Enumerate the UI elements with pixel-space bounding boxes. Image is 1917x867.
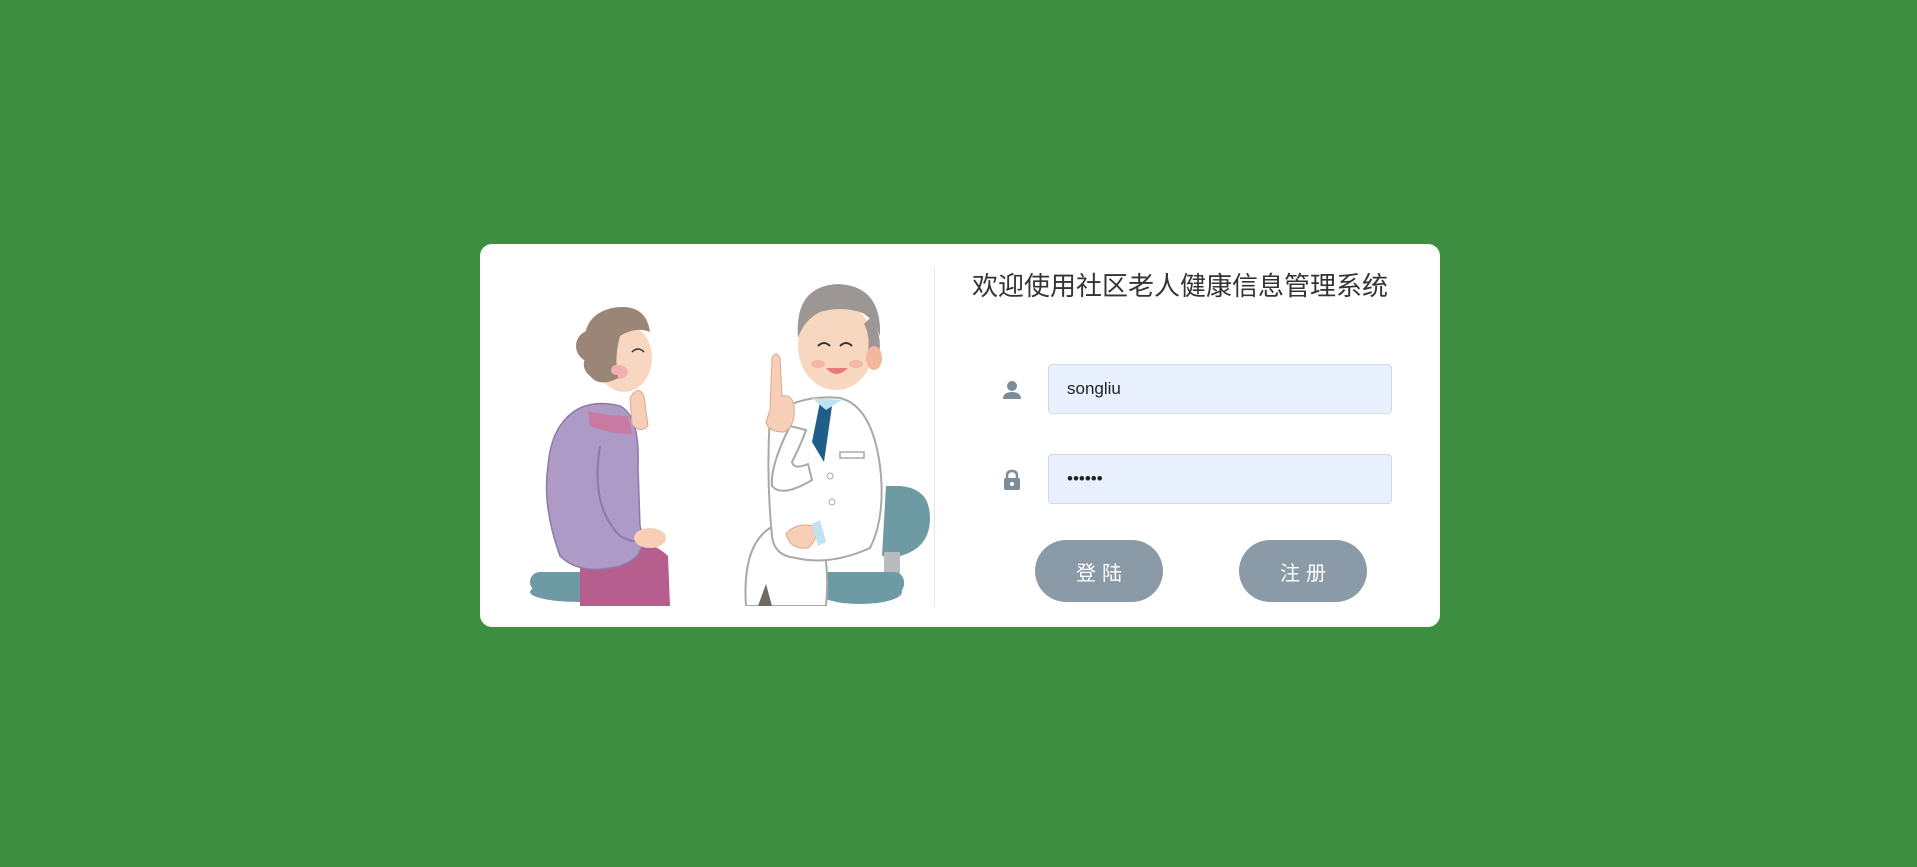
- doctor-cheek-left: [811, 360, 825, 368]
- register-button[interactable]: 注册: [1239, 540, 1367, 602]
- login-button[interactable]: 登陆: [1035, 540, 1163, 602]
- woman-bun: [576, 330, 608, 362]
- doctor-button-1: [826, 472, 834, 480]
- woman-knee-hand: [634, 528, 666, 548]
- doctor-patient-illustration: [530, 284, 930, 606]
- doctor-ear: [866, 346, 882, 370]
- login-card: 欢迎使用社区老人健康信息管理系统 登陆 注册: [480, 244, 1440, 627]
- password-row: [1000, 454, 1410, 506]
- woman-earring: [611, 365, 621, 375]
- username-input[interactable]: [1048, 364, 1392, 414]
- page-title: 欢迎使用社区老人健康信息管理系统: [971, 272, 1388, 302]
- card-divider: [934, 268, 935, 606]
- password-input[interactable]: [1048, 454, 1392, 504]
- woman-mouth-hand: [629, 390, 649, 430]
- doctor-cheek-right: [849, 360, 863, 368]
- user-icon: [1003, 381, 1021, 399]
- doctor-raised-hand: [765, 353, 795, 433]
- lock-icon: [1004, 469, 1020, 490]
- doctor-button-2: [828, 498, 836, 506]
- doctor-pocket: [839, 451, 865, 459]
- username-row: [1000, 364, 1410, 416]
